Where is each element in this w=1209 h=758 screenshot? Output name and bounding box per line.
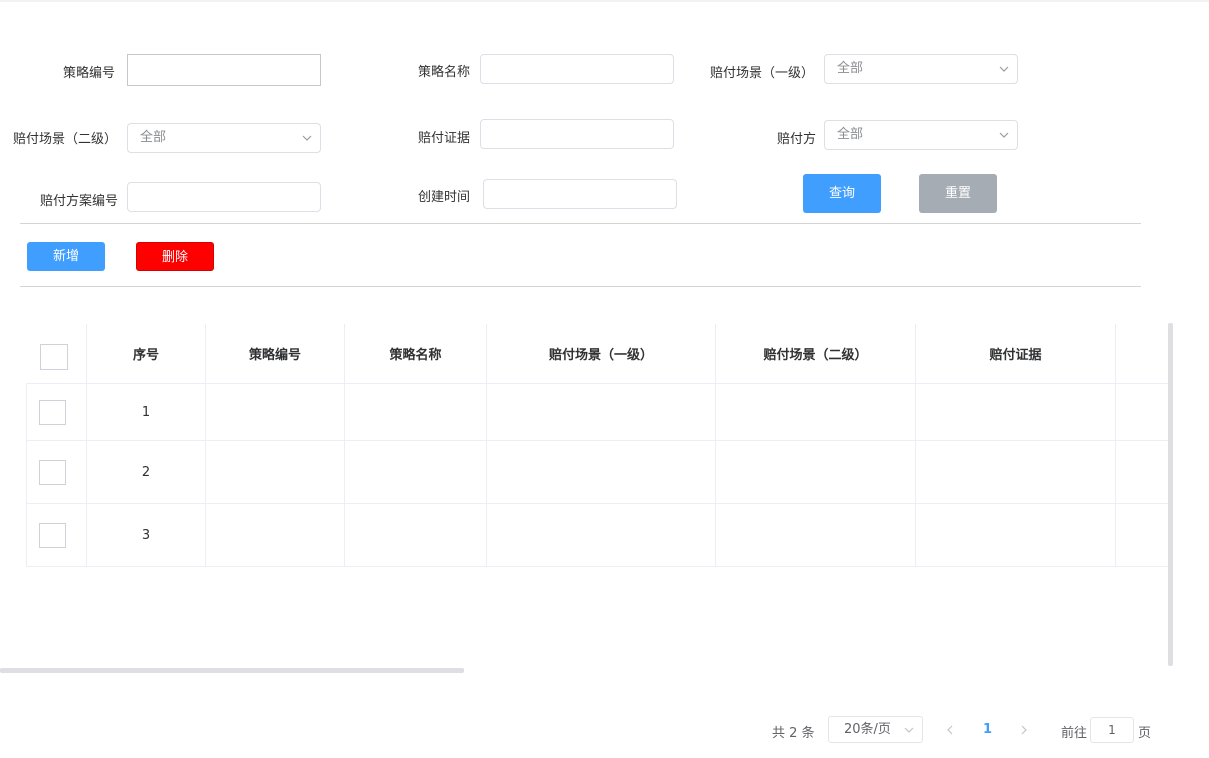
reset-button[interactable]: 重置 — [919, 174, 997, 213]
header-scene-l2: 赔付场景（二级） — [715, 324, 916, 384]
plan-no-label: 赔付方案编号 — [40, 194, 119, 209]
row-checkbox[interactable] — [39, 399, 66, 425]
payer-label: 赔付方 — [777, 132, 817, 147]
table-cell — [715, 440, 916, 504]
table-cell — [486, 383, 716, 441]
goto-suffix: 页 — [1138, 726, 1152, 741]
scene-l1-value: 全部 — [837, 61, 864, 76]
chevron-down-icon — [904, 727, 914, 733]
created-time-input[interactable] — [483, 179, 677, 209]
scene-l2-select[interactable]: 全部 — [127, 123, 321, 153]
table-row[interactable]: 2 — [26, 440, 1168, 504]
strategy-name-input[interactable] — [480, 54, 674, 84]
row-index: 3 — [86, 503, 206, 567]
vertical-scrollbar[interactable] — [1168, 323, 1173, 666]
table-cell — [715, 383, 916, 441]
next-page-icon[interactable] — [1020, 725, 1028, 735]
scene-l1-select[interactable]: 全部 — [824, 54, 1018, 84]
strategy-no-label: 策略编号 — [63, 66, 116, 81]
header-overflow — [1115, 324, 1168, 384]
row-checkbox-cell — [26, 440, 87, 504]
row-checkbox-cell — [26, 503, 87, 567]
table-row[interactable]: 3 — [26, 503, 1168, 567]
filter-divider — [20, 223, 1141, 224]
table-cell — [344, 503, 487, 567]
goto-prefix: 前往 — [1061, 726, 1088, 741]
page-size-value: 20条/页 — [844, 722, 891, 737]
table-cell — [915, 503, 1116, 567]
table-cell — [1115, 440, 1168, 504]
table-cell — [205, 440, 345, 504]
table-cell — [715, 503, 916, 567]
table-cell — [1115, 383, 1168, 441]
scene-l2-value: 全部 — [140, 130, 167, 145]
strategy-name-label: 策略名称 — [418, 65, 471, 80]
table-cell — [915, 440, 1116, 504]
header-scene-l1: 赔付场景（一级） — [486, 324, 716, 384]
table-cell — [205, 503, 345, 567]
goto-page-input[interactable]: 1 — [1090, 717, 1134, 743]
pagination-total: 共 2 条 — [772, 726, 815, 741]
table: 序号 策略编号 策略名称 赔付场景（一级） 赔付场景（二级） 赔付证据 1 2 … — [26, 324, 1168, 567]
data-table: 序号 策略编号 策略名称 赔付场景（一级） 赔付场景（二级） 赔付证据 1 2 … — [26, 324, 1168, 567]
created-time-label: 创建时间 — [418, 190, 471, 205]
select-all-checkbox[interactable] — [39, 344, 68, 370]
table-cell — [915, 383, 1116, 441]
delete-button[interactable]: 删除 — [136, 242, 214, 271]
current-page-number[interactable]: 1 — [983, 722, 992, 737]
header-strategy-no: 策略编号 — [205, 324, 345, 384]
evidence-input[interactable] — [480, 119, 674, 149]
toolbar-divider — [20, 286, 1141, 287]
chevron-down-icon — [302, 135, 312, 141]
horizontal-scrollbar[interactable] — [0, 668, 464, 673]
payer-value: 全部 — [837, 127, 864, 142]
table-header-row: 序号 策略编号 策略名称 赔付场景（一级） 赔付场景（二级） 赔付证据 — [26, 324, 1168, 384]
chevron-down-icon — [999, 66, 1009, 72]
evidence-label: 赔付证据 — [418, 131, 471, 146]
chevron-down-icon — [999, 132, 1009, 138]
add-button[interactable]: 新增 — [27, 242, 105, 271]
table-cell — [344, 383, 487, 441]
header-evidence: 赔付证据 — [915, 324, 1116, 384]
row-checkbox-cell — [26, 383, 87, 441]
payer-select[interactable]: 全部 — [824, 120, 1018, 150]
table-cell — [1115, 503, 1168, 567]
top-divider — [0, 0, 1209, 2]
prev-page-icon[interactable] — [946, 725, 954, 735]
scene-l1-label: 赔付场景（一级） — [710, 66, 815, 81]
table-cell — [205, 383, 345, 441]
header-strategy-name: 策略名称 — [344, 324, 487, 384]
row-index: 1 — [86, 383, 206, 441]
table-cell — [486, 440, 716, 504]
plan-no-input[interactable] — [127, 182, 321, 212]
strategy-no-input[interactable] — [127, 54, 321, 86]
table-cell — [344, 440, 487, 504]
query-button[interactable]: 查询 — [803, 174, 881, 213]
header-checkbox-cell — [26, 324, 87, 384]
header-index: 序号 — [86, 324, 206, 384]
scene-l2-label: 赔付场景（二级） — [13, 132, 118, 147]
row-checkbox[interactable] — [39, 522, 66, 548]
row-checkbox[interactable] — [39, 459, 66, 485]
table-row[interactable]: 1 — [26, 383, 1168, 441]
page-size-select[interactable]: 20条/页 — [828, 716, 923, 743]
table-cell — [486, 503, 716, 567]
row-index: 2 — [86, 440, 206, 504]
